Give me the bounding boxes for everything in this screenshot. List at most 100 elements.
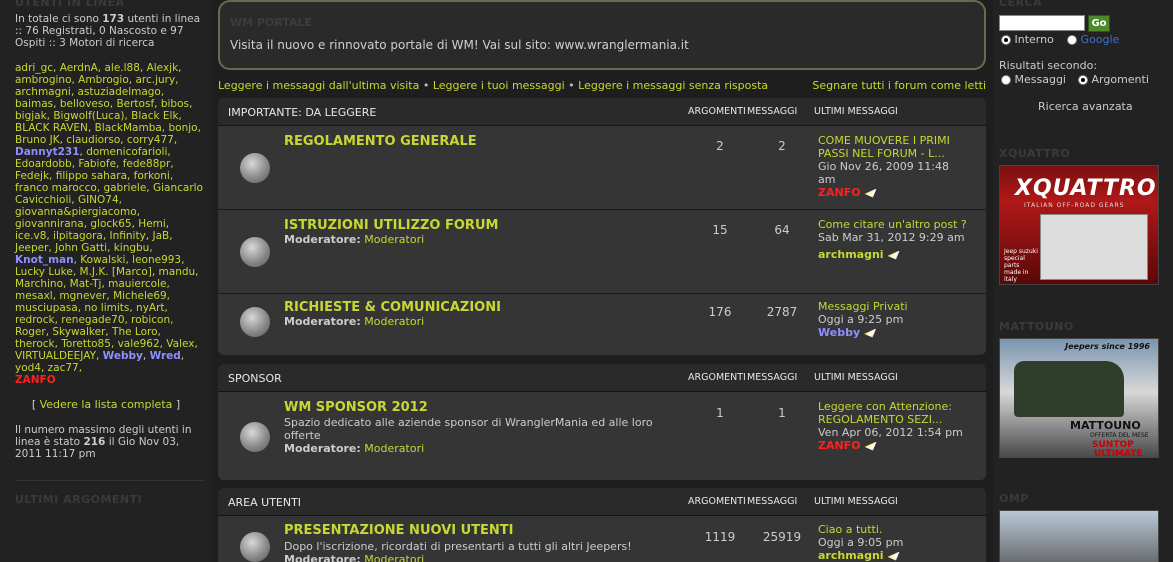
- posts-count: 2787: [766, 305, 798, 319]
- online-users-list: adri_gc, AerdnA, ale.l88, Alexjk, ambrog…: [15, 62, 203, 386]
- user-link-wred[interactable]: Wred: [150, 350, 181, 362]
- goto-post-icon[interactable]: [864, 188, 877, 198]
- forum-moderators: Moderatore: Moderatori: [284, 233, 425, 246]
- category-header: SPONSOR ARGOMENTI MESSAGGI ULTIMI MESSAG…: [218, 364, 986, 392]
- category-header: IMPORTANTE: DA LEGGERE ARGOMENTI MESSAGG…: [218, 98, 986, 126]
- last-post-link[interactable]: Ciao a tutti.: [818, 523, 882, 536]
- forum-link[interactable]: WM SPONSOR 2012: [284, 400, 428, 415]
- advanced-search-link[interactable]: Ricerca avanzata: [1038, 100, 1133, 113]
- ad-omp-header: OMP: [999, 492, 1029, 505]
- col-posts: MESSAGGI: [747, 496, 798, 507]
- forum-link[interactable]: RICHIESTE & COMUNICAZIONI: [284, 300, 501, 315]
- mattouno-offer: OFFERTA DEL MESE: [1090, 432, 1149, 439]
- moderators-link[interactable]: Moderatori: [364, 233, 424, 246]
- forum-moderators: Moderatore: Moderatori: [284, 553, 684, 562]
- posts-count: 2: [778, 139, 786, 153]
- category-title: SPONSOR: [228, 372, 282, 385]
- search-input[interactable]: [999, 15, 1085, 31]
- goto-post-icon[interactable]: [864, 328, 877, 338]
- last-post-author[interactable]: archmagni: [818, 549, 884, 562]
- search-header: CERCA: [999, 0, 1043, 9]
- forum-description: Spazio dedicato alle aziende sponsor di …: [284, 416, 653, 442]
- max-users-record: Il numero massimo degli utenti in linea …: [15, 424, 192, 460]
- last-post: Leggere con Attenzione: REGOLAMENTO SEZI…: [818, 400, 968, 452]
- quick-links: Leggere i messaggi dall'ultima visita • …: [218, 79, 986, 92]
- option-google[interactable]: Google: [1067, 33, 1119, 46]
- radio-topics[interactable]: [1078, 75, 1088, 85]
- online-stats: In totale ci sono 173 utenti in linea ::…: [15, 13, 201, 49]
- right-sidebar: CERCA Go Interno Google Risultati second…: [993, 0, 1173, 562]
- link-since-last-visit[interactable]: Leggere i messaggi dall'ultima visita: [218, 79, 419, 92]
- last-post-date: Sab Mar 31, 2012 9:29 am: [818, 231, 965, 244]
- col-last: ULTIMI MESSAGGI: [814, 372, 898, 383]
- last-post: Ciao a tutti. Oggi a 9:05 pm archmagni: [818, 523, 968, 562]
- portal-box: WM PORTALE Visita il nuovo e rinnovato p…: [218, 0, 986, 70]
- forum-link[interactable]: PRESENTAZIONE NUOVI UTENTI: [284, 523, 514, 538]
- link-mark-all-read[interactable]: Segnare tutti i forum come letti: [812, 79, 986, 92]
- col-posts: MESSAGGI: [747, 106, 798, 117]
- user-links[interactable]: adri_gc, AerdnA, ale.l88, Alexjk, ambrog…: [15, 62, 201, 146]
- user-links[interactable]: , domenicofarioli, Edoardobb, Fabiofe, f…: [15, 146, 203, 254]
- topics-count: 2: [716, 139, 724, 153]
- forum-status-icon: [240, 153, 270, 183]
- portal-message: Visita il nuovo e rinnovato portale di W…: [230, 38, 689, 52]
- radio-internal[interactable]: [1001, 35, 1011, 45]
- user-link-knot-man[interactable]: Knot_man: [15, 254, 74, 266]
- user-link-zanfo[interactable]: ZANFO: [15, 374, 56, 386]
- last-post-author[interactable]: ZANFO: [818, 439, 861, 452]
- mattouno-tagline: Jeepers since 1996: [1065, 342, 1150, 351]
- link-unanswered[interactable]: Leggere i messaggi senza risposta: [578, 79, 768, 92]
- link-own-posts[interactable]: Leggere i tuoi messaggi: [433, 79, 565, 92]
- xquattro-subtitle: ITALIAN OFF-ROAD GEARS: [1024, 202, 1125, 209]
- last-post-link[interactable]: Leggere con Attenzione: REGOLAMENTO SEZI…: [818, 400, 952, 426]
- forum-row: REGOLAMENTO GENERALE 2 2 COME MUOVERE I …: [218, 126, 986, 210]
- latest-topics-header: ULTIMI ARGOMENTI: [15, 493, 143, 506]
- last-post-author[interactable]: Webby: [818, 326, 860, 339]
- category-header: AREA UTENTI ARGOMENTI MESSAGGI ULTIMI ME…: [218, 488, 986, 516]
- last-post-author[interactable]: ZANFO: [818, 186, 861, 199]
- full-list-link[interactable]: Vedere la lista completa: [40, 398, 173, 411]
- forum-link[interactable]: REGOLAMENTO GENERALE: [284, 134, 477, 149]
- radio-messages[interactable]: [1001, 75, 1011, 85]
- ad-xquattro-banner[interactable]: XQUATTRO ITALIAN OFF-ROAD GEARS Jeep suz…: [999, 165, 1159, 285]
- moderators-link[interactable]: Moderatori: [364, 315, 424, 328]
- jeep-image: [1014, 361, 1124, 417]
- last-post-author[interactable]: archmagni: [818, 248, 884, 261]
- option-topics[interactable]: Argomenti: [1078, 73, 1149, 86]
- topics-count: 176: [708, 305, 732, 319]
- search-go-button[interactable]: Go: [1088, 15, 1110, 32]
- goto-post-icon[interactable]: [864, 441, 877, 451]
- forum-status-icon: [240, 532, 270, 562]
- option-internal[interactable]: Interno: [1001, 33, 1054, 46]
- radio-google[interactable]: [1067, 35, 1077, 45]
- col-topics: ARGOMENTI: [688, 372, 746, 383]
- last-post-link[interactable]: COME MUOVERE I PRIMI PASSI NEL FORUM - L…: [818, 134, 950, 160]
- last-post-link[interactable]: Messaggi Privati: [818, 300, 908, 313]
- forum-description: Dopo l'iscrizione, ricordati di presenta…: [284, 540, 632, 553]
- goto-post-icon[interactable]: [887, 250, 900, 260]
- forum-link[interactable]: ISTRUZIONI UTILIZZO FORUM: [284, 218, 498, 233]
- last-post-link[interactable]: Come citare un'altro post ?: [818, 218, 967, 231]
- last-post-date: Ven Apr 06, 2012 1:54 pm: [818, 426, 963, 439]
- results-by-label: Risultati secondo:: [999, 59, 1098, 72]
- forum-row: RICHIESTE & COMUNICAZIONI Moderatore: Mo…: [218, 294, 986, 354]
- last-post-date: Oggi a 9:05 pm: [818, 536, 904, 549]
- forum-status-icon: [240, 237, 270, 267]
- last-post: Come citare un'altro post ? Sab Mar 31, …: [818, 218, 968, 261]
- user-links[interactable]: , Kowalski, leone993, Lucky Luke, M.J.K.…: [15, 254, 199, 362]
- xquattro-logo: XQUATTRO: [1015, 176, 1157, 201]
- moderators-link[interactable]: Moderatori: [364, 442, 424, 455]
- option-messages[interactable]: Messaggi: [1001, 73, 1066, 86]
- posts-count: 25919: [762, 530, 802, 544]
- category-important: IMPORTANTE: DA LEGGERE ARGOMENTI MESSAGG…: [218, 98, 986, 355]
- ad-mattouno-banner[interactable]: Jeepers since 1996 MATTOUNO OFFERTA DEL …: [999, 338, 1159, 458]
- user-link-webby[interactable]: Webby: [103, 350, 143, 362]
- moderators-link[interactable]: Moderatori: [364, 553, 424, 562]
- forum-row: ISTRUZIONI UTILIZZO FORUM Moderatore: Mo…: [218, 210, 986, 294]
- xquattro-side-text: Jeep suzuki special parts made in italy: [1004, 248, 1038, 283]
- user-link-dannyt231[interactable]: Dannyt231: [15, 146, 80, 158]
- goto-post-icon[interactable]: [887, 551, 900, 561]
- category-title: AREA UTENTI: [228, 496, 302, 509]
- ad-omp-banner[interactable]: [999, 510, 1159, 562]
- col-topics: ARGOMENTI: [688, 106, 746, 117]
